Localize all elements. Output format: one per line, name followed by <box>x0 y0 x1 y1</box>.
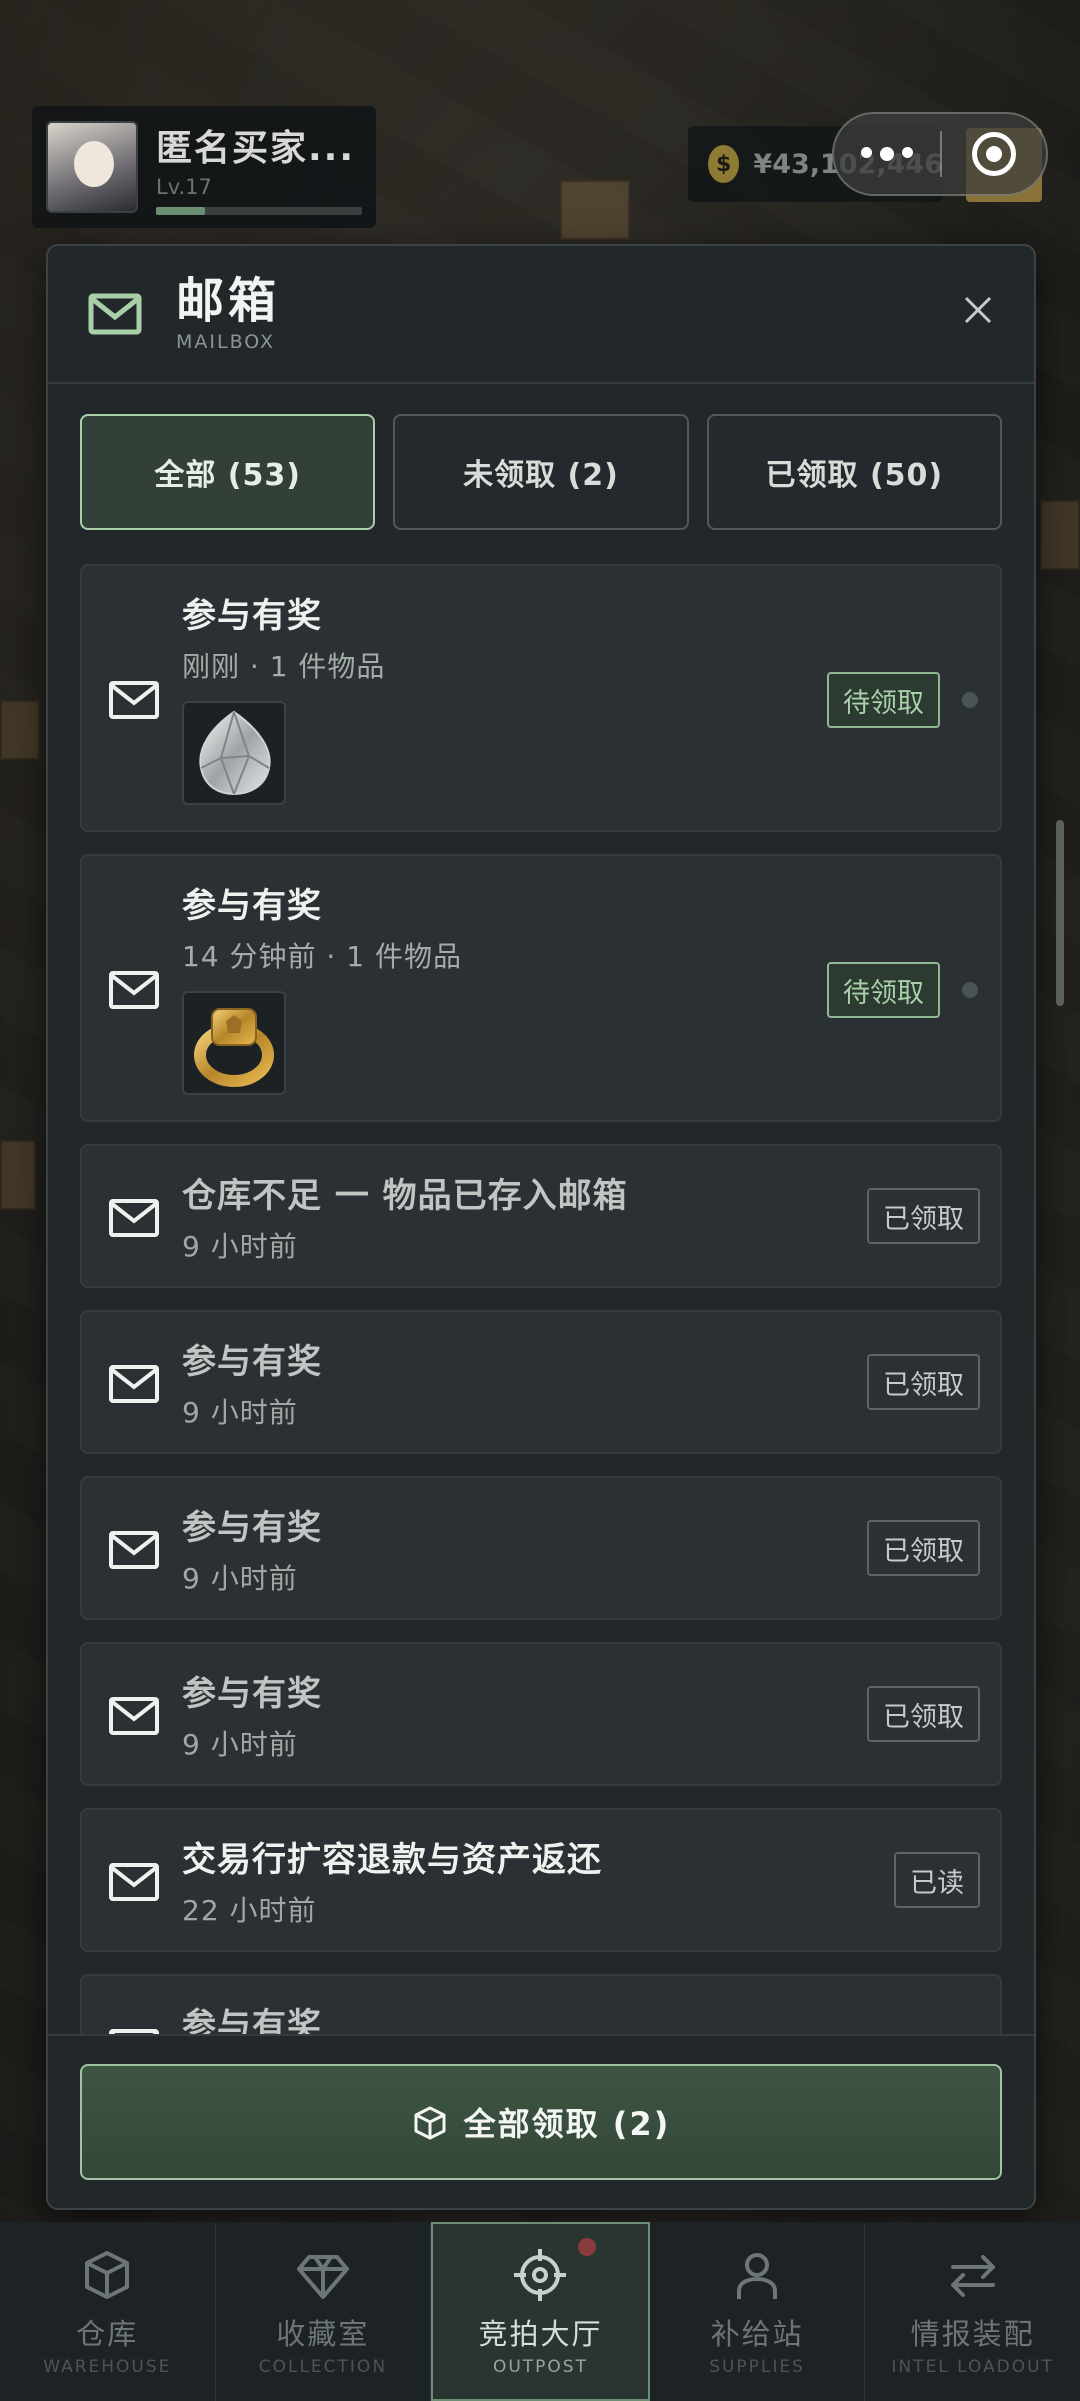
mail-item[interactable]: 参与有奖 9 小时前 已领取 <box>80 1310 1002 1454</box>
nav-supplies[interactable]: 补给站 SUPPLIES <box>650 2222 866 2401</box>
claim-all-button[interactable]: 全部领取 (2) <box>80 2064 1002 2180</box>
status-badge: 待领取 <box>827 962 940 1018</box>
envelope-icon <box>109 1365 159 1403</box>
miniprogram-capsule <box>832 112 1048 196</box>
tab-claimed[interactable]: 已领取 (50) <box>706 414 1002 530</box>
nav-sublabel: SUPPLIES <box>709 2356 805 2377</box>
mailbox-panel: 邮箱 MAILBOX 全部 (53) 未领取 (2) 已领取 (50) 参与有奖… <box>46 244 1036 2210</box>
cube-icon <box>85 2250 130 2299</box>
more-options-icon[interactable] <box>834 147 940 161</box>
attachment-slot[interactable] <box>182 991 286 1095</box>
person-icon <box>737 2252 778 2299</box>
panel-title: 邮箱 <box>176 272 281 329</box>
panel-subtitle: MAILBOX <box>176 331 276 354</box>
mail-item[interactable]: 参与有奖 <box>80 1974 1002 2034</box>
envelope-icon <box>109 971 159 1009</box>
panel-header: 邮箱 MAILBOX <box>48 246 1034 384</box>
nav-sublabel: INTEL LOADOUT <box>891 2356 1054 2377</box>
nav-label: 情报装配 <box>910 2316 1035 2351</box>
mail-title: 参与有奖 <box>182 886 322 926</box>
status-badge: 待领取 <box>827 672 940 728</box>
panel-footer: 全部领取 (2) <box>48 2034 1034 2208</box>
mail-title: 交易行扩容退款与资产返还 <box>182 1840 602 1880</box>
status-badge: 已领取 <box>867 1354 980 1410</box>
nav-label: 仓库 <box>76 2316 139 2351</box>
notification-dot <box>577 2238 596 2256</box>
player-name: 匿名买家... <box>156 128 356 169</box>
attachment-slot[interactable] <box>182 701 286 805</box>
xp-bar-fill <box>156 207 206 215</box>
gift-box-icon <box>414 2106 446 2140</box>
nav-label: 竞拍大厅 <box>478 2316 603 2351</box>
scrollbar[interactable] <box>1056 820 1064 1006</box>
nav-label: 补给站 <box>710 2316 804 2351</box>
gem-icon <box>296 2254 349 2299</box>
exit-miniprogram-icon[interactable] <box>942 132 1046 176</box>
claim-all-label: 全部领取 (2) <box>463 2105 671 2143</box>
player-card[interactable]: 匿名买家... Lv.17 <box>32 106 376 228</box>
nav-sublabel: OUTPOST <box>492 2356 588 2377</box>
mail-item[interactable]: 参与有奖 9 小时前 已领取 <box>80 1642 1002 1786</box>
nav-sublabel: WAREHOUSE <box>43 2356 172 2377</box>
mail-title: 参与有奖 <box>182 2006 322 2034</box>
player-info: 匿名买家... Lv.17 <box>156 119 362 215</box>
nav-label: 收藏室 <box>276 2316 370 2351</box>
bottom-navigation: 仓库 WAREHOUSE 收藏室 COLLECTION 竞拍大厅 OUTPOST… <box>0 2222 1080 2401</box>
target-icon <box>514 2248 567 2301</box>
mail-item[interactable]: 参与有奖 刚刚 · 1 件物品 待领取 <box>80 564 1002 832</box>
unread-dot <box>962 692 978 708</box>
mail-icon <box>88 293 142 335</box>
title-block: 邮箱 MAILBOX <box>176 272 281 354</box>
mail-item[interactable]: 参与有奖 14 分钟前 · 1 件物品 待领取 <box>80 854 1002 1122</box>
tab-unclaimed[interactable]: 未领取 (2) <box>393 414 689 530</box>
mail-item[interactable]: 交易行扩容退款与资产返还 22 小时前 已读 <box>80 1808 1002 1952</box>
xp-bar <box>156 207 362 215</box>
status-badge: 已领取 <box>867 1520 980 1576</box>
swap-arrows-icon <box>950 2254 995 2297</box>
mail-meta: 22 小时前 <box>182 1894 317 1927</box>
status-badge: 已领取 <box>867 1686 980 1742</box>
envelope-icon <box>109 1531 159 1569</box>
close-icon <box>964 296 992 324</box>
mail-list[interactable]: 参与有奖 刚刚 · 1 件物品 待领取 参与有奖 14 分钟前 · 1 件物品 <box>80 564 1002 2034</box>
mail-title: 参与有奖 <box>182 596 322 636</box>
envelope-icon <box>109 1697 159 1735</box>
status-badge: 已领取 <box>867 1188 980 1244</box>
diamond-icon <box>199 710 271 796</box>
avatar <box>46 121 138 213</box>
nav-intel-loadout[interactable]: 情报装配 INTEL LOADOUT <box>865 2222 1080 2401</box>
filter-tabs: 全部 (53) 未领取 (2) 已领取 (50) <box>48 414 1034 530</box>
nav-warehouse[interactable]: 仓库 WAREHOUSE <box>0 2222 216 2401</box>
unread-dot <box>962 982 978 998</box>
envelope-icon <box>109 1199 159 1237</box>
mail-item[interactable]: 参与有奖 9 小时前 已领取 <box>80 1476 1002 1620</box>
nav-outpost[interactable]: 竞拍大厅 OUTPOST <box>431 2222 650 2401</box>
gold-ring-icon <box>194 1008 274 1087</box>
envelope-icon <box>109 681 159 719</box>
player-level: Lv.17 <box>156 175 212 199</box>
coin-icon: $ <box>708 145 740 183</box>
tab-all[interactable]: 全部 (53) <box>80 414 376 530</box>
envelope-icon <box>109 1863 159 1901</box>
nav-collection[interactable]: 收藏室 COLLECTION <box>216 2222 432 2401</box>
close-button[interactable] <box>958 290 998 330</box>
nav-sublabel: COLLECTION <box>258 2356 388 2377</box>
mail-item[interactable]: 仓库不足 一 物品已存入邮箱 9 小时前 已领取 <box>80 1144 1002 1288</box>
status-badge: 已读 <box>894 1852 980 1908</box>
